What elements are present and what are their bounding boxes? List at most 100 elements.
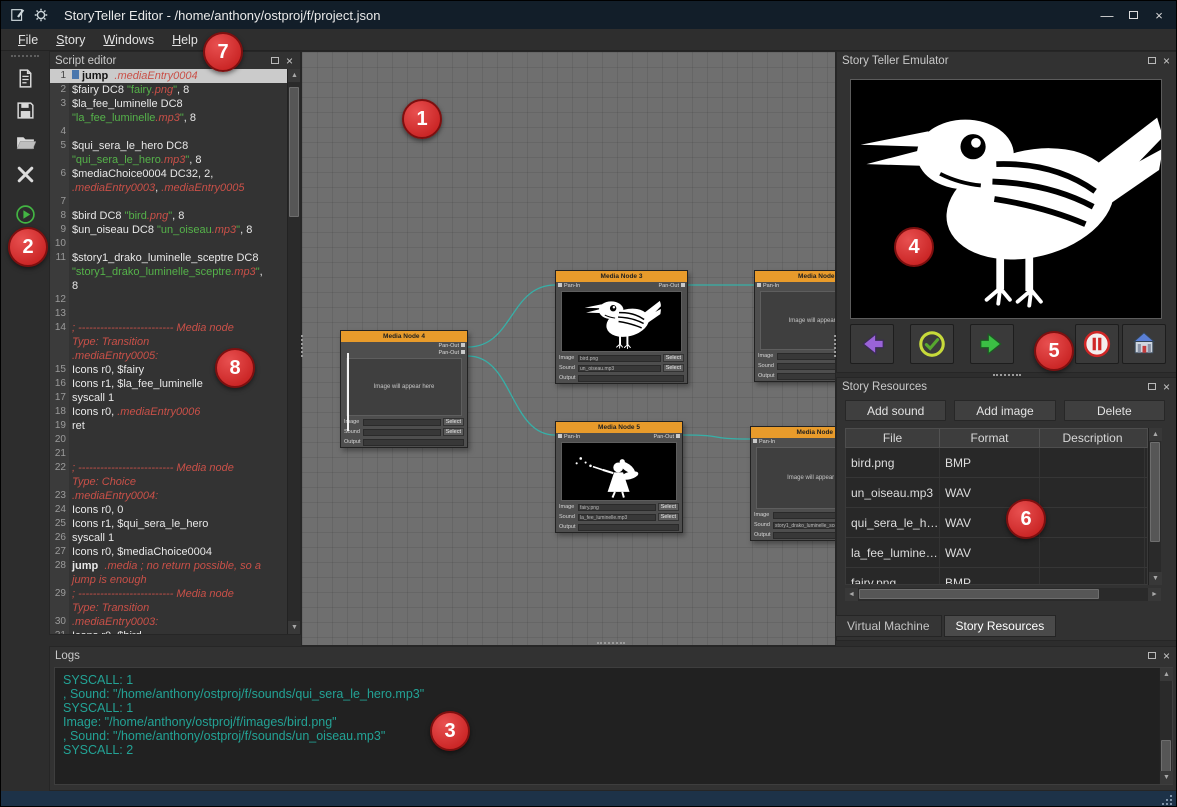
- scroll-up-arrow[interactable]: ▲: [288, 69, 300, 82]
- column-header-file[interactable]: File: [846, 429, 940, 447]
- scroll-thumb[interactable]: [289, 87, 299, 217]
- menu-file[interactable]: File: [9, 31, 47, 49]
- scroll-left-arrow[interactable]: ◄: [845, 588, 858, 601]
- bird-image: [851, 80, 1161, 318]
- float-icon[interactable]: [1148, 57, 1156, 64]
- node-select-button[interactable]: Select: [663, 354, 684, 362]
- float-icon[interactable]: [1148, 383, 1156, 390]
- add-image-button[interactable]: Add image: [954, 400, 1055, 421]
- maximize-button[interactable]: [1120, 4, 1146, 26]
- table-cell: [1040, 478, 1145, 507]
- table-scrollbar-horizontal[interactable]: ◄ ►: [845, 588, 1161, 601]
- node-select-button[interactable]: Select: [658, 503, 679, 511]
- line-number: [50, 601, 69, 615]
- validate-button[interactable]: [910, 324, 954, 364]
- node-field-value: un_oiseau.mp3: [578, 365, 661, 372]
- menu-windows[interactable]: Windows: [94, 31, 163, 49]
- close-icon[interactable]: ×: [1163, 650, 1170, 662]
- close-icon[interactable]: ×: [1163, 55, 1170, 67]
- log-line: Image: "/home/anthony/ostproj/f/images/b…: [63, 715, 1151, 729]
- line-number: 7: [50, 195, 69, 209]
- float-icon[interactable]: [271, 57, 279, 64]
- line-number: [50, 475, 69, 489]
- graph-node[interactable]: Media Node 6Pan-InPan-OutImage will appe…: [754, 270, 836, 382]
- table-cell: WAV: [940, 538, 1040, 567]
- splitter-handle[interactable]: [597, 642, 625, 644]
- float-icon[interactable]: [1148, 652, 1156, 659]
- line-number: 20: [50, 433, 69, 447]
- node-field-value: bird.png: [578, 355, 661, 362]
- close-button[interactable]: ×: [1146, 4, 1172, 26]
- node-canvas[interactable]: Media Node 4Pan-OutPan-OutImage will app…: [301, 51, 836, 646]
- graph-node[interactable]: Media Node 6Pan-InPan-OutImage will appe…: [750, 426, 836, 541]
- pause-icon: [1082, 329, 1112, 359]
- scroll-thumb[interactable]: [859, 589, 1099, 599]
- delete-button[interactable]: Delete: [1064, 400, 1165, 421]
- table-row[interactable]: qui_sera_le_h…WAV: [846, 508, 1147, 538]
- scroll-thumb[interactable]: [1150, 442, 1160, 542]
- scroll-up-arrow[interactable]: ▲: [1160, 668, 1173, 681]
- column-header-format[interactable]: Format: [940, 429, 1040, 447]
- tab-story-resources[interactable]: Story Resources: [944, 615, 1057, 637]
- run-story-button[interactable]: [8, 201, 42, 227]
- close-icon[interactable]: ×: [1163, 381, 1170, 393]
- new-script-button[interactable]: [8, 65, 42, 91]
- code-line: 12: [50, 293, 287, 307]
- table-row[interactable]: un_oiseau.mp3WAV: [846, 478, 1147, 508]
- node-select-button[interactable]: Select: [443, 418, 464, 426]
- code-line: 4: [50, 125, 287, 139]
- home-button[interactable]: [1122, 324, 1166, 364]
- code-line: "la_fee_luminelle.mp3", 8: [50, 111, 287, 125]
- graph-node[interactable]: Media Node 3Pan-InPan-OutImagebird.pngSe…: [555, 270, 688, 384]
- minimize-button[interactable]: —: [1094, 4, 1120, 26]
- code-line: Type: Transition: [50, 601, 287, 615]
- open-project-button[interactable]: [8, 129, 42, 155]
- code-line: 1jump .mediaEntry0004: [50, 69, 287, 83]
- toolbar-drag-handle[interactable]: [11, 55, 39, 57]
- logs-scrollbar-vertical[interactable]: ▲ ▼: [1159, 668, 1172, 784]
- node-output-port: Pan-Out: [654, 434, 680, 440]
- previous-button[interactable]: [850, 324, 894, 364]
- table-row[interactable]: la_fee_lumine…WAV: [846, 538, 1147, 568]
- code-line: 17syscall 1: [50, 391, 287, 405]
- splitter-handle[interactable]: [301, 335, 303, 357]
- graph-node[interactable]: Media Node 4Pan-OutPan-OutImage will app…: [340, 330, 468, 448]
- tab-virtual-machine[interactable]: Virtual Machine: [835, 615, 942, 637]
- script-scrollbar-vertical[interactable]: ▲ ▼: [287, 69, 300, 634]
- splitter-handle[interactable]: [993, 374, 1021, 376]
- line-number: 29: [50, 587, 69, 601]
- scroll-down-arrow[interactable]: ▼: [1160, 771, 1173, 784]
- splitter-handle[interactable]: [834, 335, 836, 357]
- close-icon[interactable]: ×: [286, 55, 293, 67]
- scroll-thumb[interactable]: [1161, 740, 1171, 775]
- graph-node[interactable]: Media Node 5Pan-InPan-OutImagefairy.pngS…: [555, 421, 683, 533]
- scroll-up-arrow[interactable]: ▲: [1149, 428, 1162, 441]
- image-placeholder-text: Image will appear here: [789, 318, 836, 324]
- scroll-down-arrow[interactable]: ▼: [288, 621, 300, 634]
- column-header-description[interactable]: Description: [1040, 429, 1145, 447]
- table-row[interactable]: fairy.pngBMP: [846, 568, 1147, 585]
- script-editor-area[interactable]: 1jump .mediaEntry00042$fairy DC8 "fairy.…: [50, 69, 300, 634]
- next-button[interactable]: [970, 324, 1014, 364]
- table-cell: [1040, 568, 1145, 585]
- code-lines: 1jump .mediaEntry00042$fairy DC8 "fairy.…: [50, 69, 287, 634]
- menu-help[interactable]: Help: [163, 31, 207, 49]
- add-sound-button[interactable]: Add sound: [845, 400, 946, 421]
- save-button[interactable]: [8, 97, 42, 123]
- pause-button[interactable]: [1075, 324, 1119, 364]
- node-select-button[interactable]: Select: [658, 513, 679, 521]
- node-select-button[interactable]: Select: [663, 364, 684, 372]
- close-project-button[interactable]: [8, 161, 42, 187]
- code-line: 14; -------------------------- Media nod…: [50, 321, 287, 335]
- node-input-port: Pan-In: [558, 283, 580, 289]
- menu-story[interactable]: Story: [47, 31, 94, 49]
- table-row[interactable]: bird.pngBMP: [846, 448, 1147, 478]
- resize-grip[interactable]: [1161, 794, 1172, 805]
- annotation-badge-6: 6: [1006, 499, 1046, 539]
- scroll-right-arrow[interactable]: ►: [1148, 588, 1161, 601]
- table-scrollbar-vertical[interactable]: ▲ ▼: [1148, 428, 1161, 585]
- scroll-down-arrow[interactable]: ▼: [1149, 572, 1162, 585]
- code-line: 13: [50, 307, 287, 321]
- node-select-button[interactable]: Select: [443, 428, 464, 436]
- table-cell: un_oiseau.mp3: [846, 478, 940, 507]
